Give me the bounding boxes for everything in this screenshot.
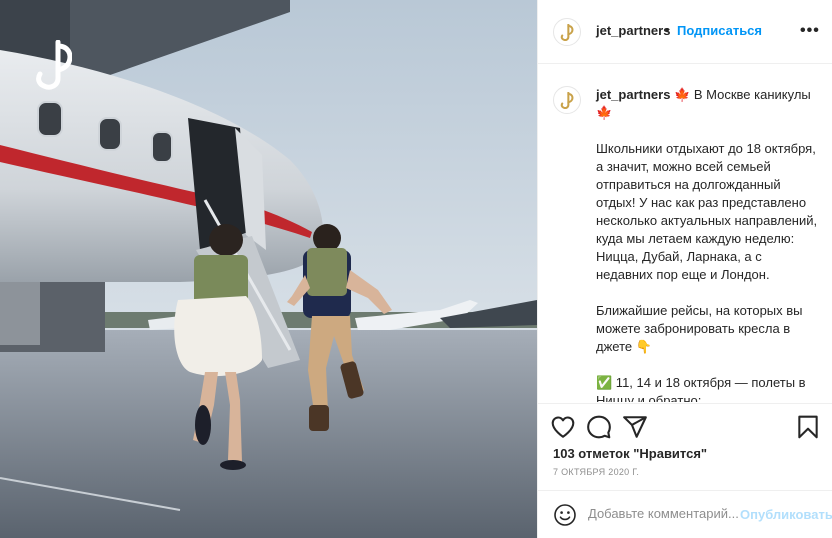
post-photo[interactable] bbox=[0, 0, 537, 538]
caption: jet_partners 🍁 В Москве каникулы 🍁 Школь… bbox=[596, 86, 818, 402]
follow-button[interactable]: Подписаться bbox=[677, 23, 762, 38]
heart-icon[interactable] bbox=[550, 414, 576, 440]
instagram-post: jet_partners • Подписаться ••• jet_partn… bbox=[0, 0, 832, 538]
header-separator: • bbox=[665, 22, 670, 37]
post-date[interactable]: 7 ОКТЯБРЯ 2020 Г. bbox=[553, 467, 639, 477]
brand-logo-icon bbox=[560, 24, 574, 41]
share-icon[interactable] bbox=[622, 414, 648, 440]
comment-input[interactable] bbox=[588, 506, 738, 521]
caption-area[interactable]: jet_partners 🍁 В Москве каникулы 🍁 Школь… bbox=[538, 65, 832, 402]
caption-username[interactable]: jet_partners bbox=[596, 87, 670, 102]
post-side-panel: jet_partners • Подписаться ••• jet_partn… bbox=[537, 0, 832, 538]
photo-scene bbox=[0, 0, 537, 538]
caption-text: 🍁 В Москве каникулы 🍁 Школьники отдыхают… bbox=[596, 87, 818, 402]
publish-button[interactable]: Опубликовать bbox=[740, 507, 832, 522]
brand-logo-icon bbox=[560, 92, 574, 109]
likes-count[interactable]: 103 отметок "Нравится" bbox=[553, 446, 707, 461]
post-header: jet_partners • Подписаться ••• bbox=[538, 0, 832, 64]
smile-icon[interactable] bbox=[553, 503, 577, 527]
avatar[interactable] bbox=[553, 18, 581, 46]
post-actions: 103 отметок "Нравится" 7 ОКТЯБРЯ 2020 Г. bbox=[538, 403, 832, 501]
bookmark-icon[interactable] bbox=[795, 414, 821, 440]
more-options-icon[interactable]: ••• bbox=[800, 22, 820, 40]
caption-avatar[interactable] bbox=[553, 86, 581, 114]
brand-logo-mark bbox=[36, 40, 72, 90]
comment-icon[interactable] bbox=[586, 414, 612, 440]
comment-bar: Опубликовать bbox=[538, 490, 832, 538]
header-username[interactable]: jet_partners bbox=[596, 23, 670, 38]
